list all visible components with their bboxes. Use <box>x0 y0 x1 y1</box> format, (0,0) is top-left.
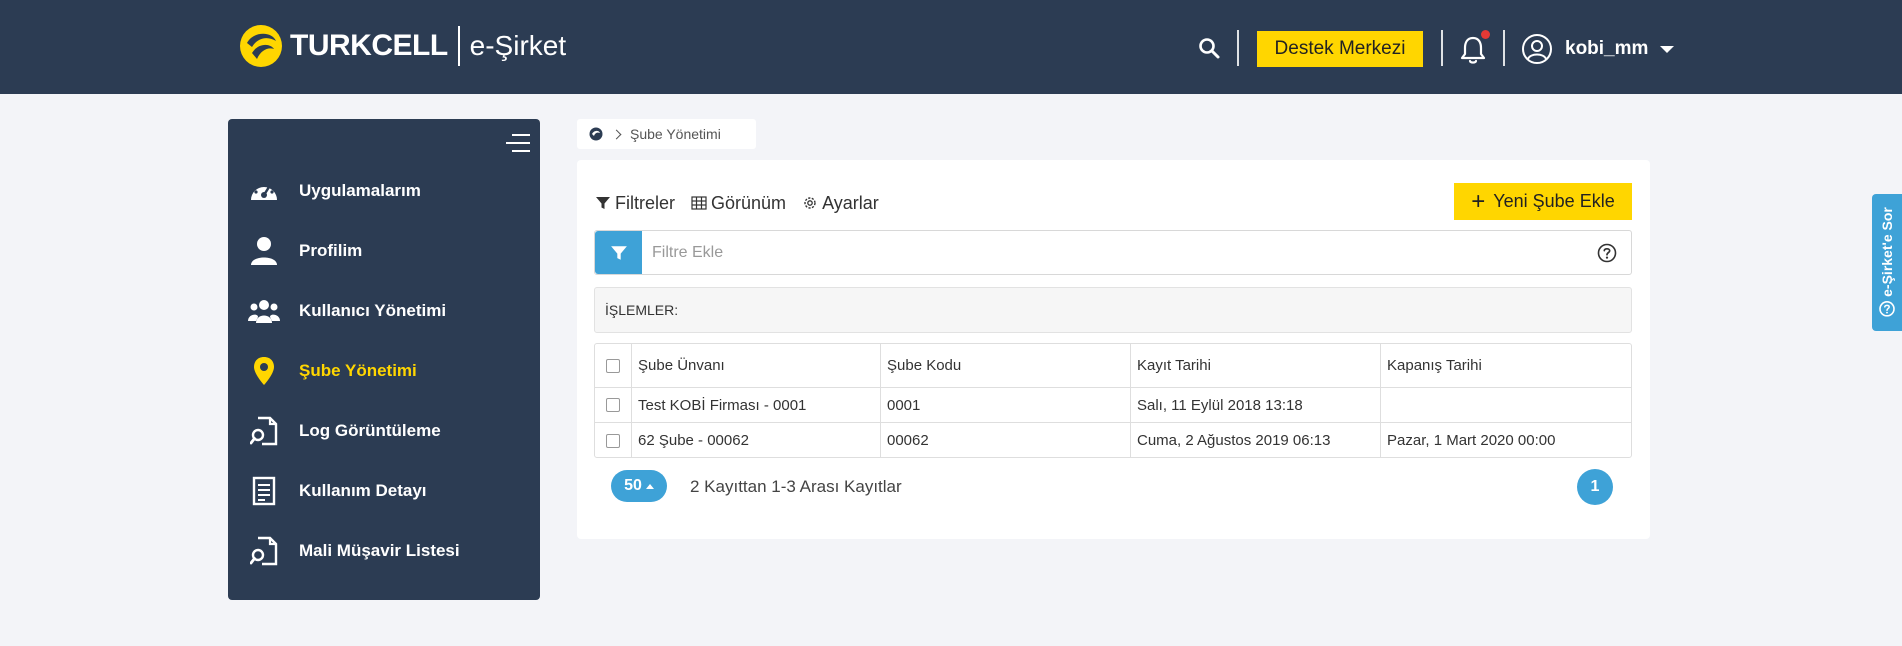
header-divider <box>1237 30 1239 66</box>
cell-closing-date: Pazar, 1 Mart 2020 00:00 <box>1387 432 1556 449</box>
cell-branch-title: 62 Şube - 00062 <box>632 423 881 458</box>
log-search-icon <box>248 415 280 447</box>
filters-label: Filtreler <box>615 192 676 213</box>
sidebar-item-accountant-list[interactable]: Mali Müşavir Listesi <box>228 525 540 577</box>
row-checkbox-cell <box>595 388 632 422</box>
row-checkbox[interactable] <box>606 398 620 412</box>
page-size-selector[interactable]: 50 <box>611 470 667 502</box>
sidebar-item-applications[interactable]: Uygulamalarım <box>228 165 540 217</box>
column-header-branch-title[interactable]: Şube Ünvanı <box>632 344 881 387</box>
plus-icon: + <box>1471 187 1486 215</box>
side-tab-content: e-Şirket'e Sor <box>1879 207 1895 317</box>
sidebar-item-usage-detail[interactable]: Kullanım Detayı <box>228 465 540 517</box>
user-menu[interactable]: kobi_mm <box>1521 32 1675 66</box>
sidebar-item-label: Log Görüntüleme <box>299 421 441 440</box>
brand-name: TURKCELL <box>290 29 448 62</box>
filter-bar <box>594 230 1632 275</box>
column-header-closing-date[interactable]: Kapanış Tarihi <box>1381 344 1631 387</box>
user-avatar-icon <box>1522 34 1552 64</box>
row-checkbox[interactable] <box>606 433 620 448</box>
bell-icon[interactable] <box>1459 35 1487 65</box>
turkcell-logo-icon <box>240 25 282 67</box>
operations-label: İŞLEMLER: <box>605 302 679 318</box>
breadcrumb-current: Şube Yönetimi <box>630 126 721 142</box>
sidebar-item-label: Uygulamalarım <box>299 181 421 200</box>
funnel-icon <box>610 245 627 260</box>
record-info: 2 Kayıttan 1-3 Arası Kayıtlar <box>690 477 902 496</box>
document-icon <box>248 475 280 507</box>
dashboard-icon <box>248 175 280 207</box>
add-branch-label: Yeni Şube Ekle <box>1493 191 1615 211</box>
table-row[interactable]: 62 Şube - 00062 00062 Cuma, 2 Ağustos 20… <box>595 423 1631 458</box>
settings-button[interactable]: Ayarlar <box>802 193 879 214</box>
sidebar-item-label: Mali Müşavir Listesi <box>299 541 460 560</box>
home-icon[interactable] <box>589 127 603 141</box>
notification-badge <box>1481 30 1490 39</box>
location-pin-icon <box>248 355 280 387</box>
add-branch-button[interactable]: + Yeni Şube Ekle <box>1454 183 1632 220</box>
sidebar-item-label: Profilim <box>299 241 363 260</box>
header-checkbox-cell <box>595 344 632 387</box>
view-button[interactable]: Görünüm <box>691 193 786 214</box>
sidebar-item-user-management[interactable]: Kullanıcı Yönetimi <box>228 285 540 337</box>
help-icon[interactable] <box>1597 243 1617 263</box>
grid-icon <box>691 196 707 210</box>
cell-registration-date: Salı, 11 Eylül 2018 13:18 <box>1131 388 1381 422</box>
filter-input[interactable] <box>642 232 1597 273</box>
username: kobi_mm <box>1565 38 1649 59</box>
support-center-button[interactable]: Destek Merkezi <box>1257 31 1423 67</box>
product-name: e-Şirket <box>469 30 567 61</box>
sidebar-item-label: Kullanıcı Yönetimi <box>299 301 447 320</box>
users-icon <box>248 295 280 327</box>
caret-up-icon <box>645 483 654 489</box>
row-checkbox-cell <box>595 423 632 458</box>
column-header-branch-code[interactable]: Şube Kodu <box>881 344 1131 387</box>
table-header-row: Şube Ünvanı Şube Kodu Kayıt Tarihi Kapan… <box>595 344 1631 388</box>
menu-toggle-icon[interactable] <box>506 133 530 153</box>
cell-branch-code: 00062 <box>881 423 1131 458</box>
header-divider <box>1441 30 1443 66</box>
top-header: TURKCELL e-Şirket Destek Merkezi kobi_mm <box>0 0 1902 94</box>
select-all-checkbox[interactable] <box>606 358 620 373</box>
sidebar-item-label: Kullanım Detayı <box>299 481 427 500</box>
operations-bar: İŞLEMLER: <box>594 287 1632 333</box>
filters-button[interactable]: Filtreler <box>595 193 675 214</box>
sidebar-item-branch-management[interactable]: Şube Yönetimi <box>228 345 540 397</box>
sidebar-item-profile[interactable]: Profilim <box>228 225 540 277</box>
gear-icon <box>804 197 816 209</box>
search-icon[interactable] <box>1197 36 1221 60</box>
table-row[interactable]: Test KOBİ Firması - 0001 0001 Salı, 11 E… <box>595 388 1631 423</box>
breadcrumb: Şube Yönetimi <box>577 119 756 149</box>
chevron-right-icon <box>611 129 622 139</box>
caret-down-icon <box>1660 45 1675 53</box>
branch-table: Şube Ünvanı Şube Kodu Kayıt Tarihi Kapan… <box>594 343 1632 458</box>
cell-branch-code: 0001 <box>881 388 1131 422</box>
settings-label: Ayarlar <box>822 192 879 213</box>
column-header-registration-date[interactable]: Kayıt Tarihi <box>1131 344 1381 387</box>
sidebar-item-log-view[interactable]: Log Görüntüleme <box>228 405 540 457</box>
logo-divider <box>457 26 460 66</box>
branch-list-card: Filtreler Görünüm Ayarlar + Yeni Şube Ek… <box>577 160 1650 539</box>
cell-closing-date <box>1381 388 1631 422</box>
ask-e-sirket-tab[interactable]: e-Şirket'e Sor <box>1872 194 1902 331</box>
funnel-icon <box>596 197 610 209</box>
user-icon <box>248 235 280 267</box>
view-label: Görünüm <box>711 192 787 213</box>
table-toolbar: Filtreler Görünüm Ayarlar <box>595 192 895 214</box>
cell-branch-title: Test KOBİ Firması - 0001 <box>632 388 881 422</box>
help-circle-icon <box>1879 301 1895 317</box>
cell-registration-date: Cuma, 2 Ağustos 2019 06:13 <box>1131 423 1381 458</box>
header-divider <box>1503 30 1505 66</box>
filter-apply-button[interactable] <box>595 231 642 274</box>
page-size-value: 50 <box>624 477 642 494</box>
brand-logo[interactable]: TURKCELL e-Şirket <box>238 22 566 70</box>
sidebar: Uygulamalarım Profilim Kullanıcı Yönetim… <box>228 119 540 600</box>
list-search-icon <box>248 535 280 567</box>
side-tab-label: e-Şirket'e Sor <box>1879 207 1895 297</box>
page-1-button[interactable]: 1 <box>1577 469 1613 505</box>
sidebar-item-label: Şube Yönetimi <box>299 361 417 380</box>
